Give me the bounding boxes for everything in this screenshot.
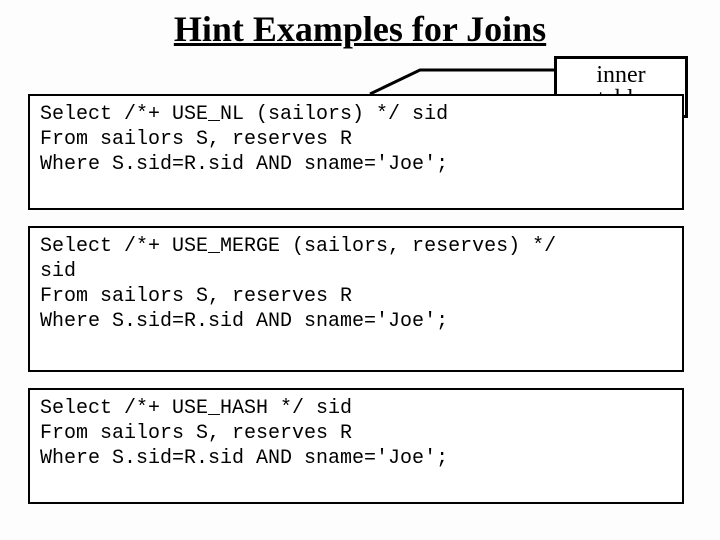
code-line: Select /*+ USE_NL (sailors) */ sid xyxy=(40,103,448,126)
code-line: sid xyxy=(40,260,76,283)
code-line: Select /*+ USE_HASH */ sid xyxy=(40,397,352,420)
code-line: Select /*+ USE_MERGE (sailors, reserves)… xyxy=(40,235,556,258)
code-line: From sailors S, reserves R xyxy=(40,285,352,308)
code-line: Where S.sid=R.sid AND sname='Joe'; xyxy=(40,153,448,176)
code-box-use-merge: Select /*+ USE_MERGE (sailors, reserves)… xyxy=(28,226,684,372)
code-box-use-hash: Select /*+ USE_HASH */ sid From sailors … xyxy=(28,388,684,504)
code-line: Where S.sid=R.sid AND sname='Joe'; xyxy=(40,447,448,470)
code-line: Where S.sid=R.sid AND sname='Joe'; xyxy=(40,310,448,333)
code-box-use-nl: Select /*+ USE_NL (sailors) */ sid From … xyxy=(28,94,684,210)
callout-line1: inner xyxy=(596,62,645,88)
slide-title: Hint Examples for Joins xyxy=(0,8,720,50)
code-line: From sailors S, reserves R xyxy=(40,128,352,151)
code-line: From sailors S, reserves R xyxy=(40,422,352,445)
